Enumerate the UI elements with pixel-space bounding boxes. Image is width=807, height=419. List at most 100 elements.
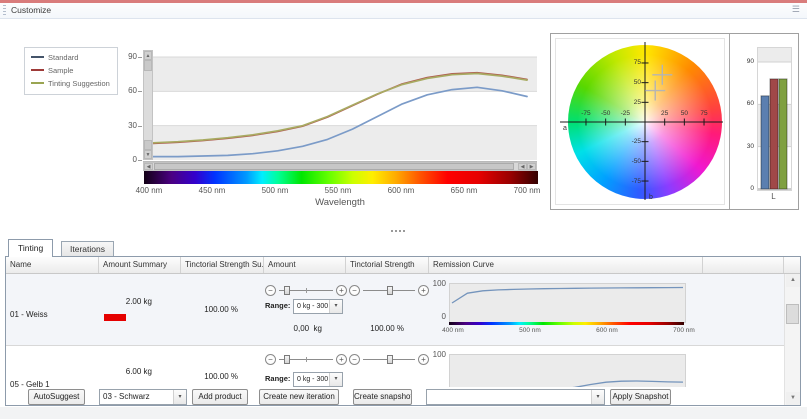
remission-x-tick-label: 700 nm — [666, 326, 702, 336]
l-axis-tick-label: 60 — [731, 99, 754, 109]
dropdown-arrow-icon[interactable]: ▾ — [329, 300, 342, 313]
range-dropdown[interactable]: 0 kg - 300 l ▾ — [293, 372, 343, 387]
amount-slider[interactable]: − + — [265, 284, 347, 297]
toolbar-grip-icon[interactable] — [3, 5, 6, 16]
scrollbar-thumb[interactable] — [786, 304, 799, 324]
snapshot-select[interactable]: ▾ — [426, 389, 605, 405]
panel-divider — [729, 34, 730, 209]
x-axis-scrollbar[interactable]: ◀ ◀ ▶ — [143, 162, 537, 171]
slider-thumb[interactable] — [387, 286, 393, 295]
tinctorial-strength-slider[interactable]: − + — [349, 284, 429, 297]
legend-swatch — [31, 82, 44, 84]
slider-track[interactable] — [363, 353, 415, 366]
splitter-handle[interactable] — [391, 230, 405, 232]
column-header-tinctorial-strength-summary[interactable]: Tinctorial Strength Su... — [181, 257, 264, 273]
slider-thumb[interactable] — [284, 355, 290, 364]
b-axis-tick-label: -25 — [615, 137, 641, 147]
slider-track[interactable] — [363, 284, 415, 297]
scroll-up-icon[interactable]: ▲ — [786, 274, 800, 287]
x-axis-tick-label: 700 nm — [505, 186, 549, 196]
tab-iterations[interactable]: Iterations — [61, 241, 114, 257]
range-label: Range: — [265, 374, 290, 383]
tab-tinting[interactable]: Tinting — [8, 239, 53, 257]
column-header-amount[interactable]: Amount — [264, 257, 346, 273]
column-header-empty[interactable] — [703, 257, 784, 273]
slider-center-tick — [306, 357, 307, 362]
scroll-down-icon[interactable]: ▼ — [144, 150, 152, 159]
x-axis-tick-label: 550 nm — [316, 186, 360, 196]
column-header-name[interactable]: Name — [6, 257, 99, 273]
application-window: Customize ☰ Standard Sample Tinting Sugg… — [0, 0, 807, 419]
x-axis-tick-label: 450 nm — [190, 186, 234, 196]
y-axis-scrollbar[interactable]: ▲ ▼ — [143, 50, 153, 160]
x-axis-tick-label: 600 nm — [379, 186, 423, 196]
table-row[interactable]: 01 - Weiss 2.00 kg 100.00 % − + Range: 0… — [6, 274, 784, 346]
decrease-icon[interactable]: − — [349, 285, 360, 296]
apply-snapshot-button[interactable]: Apply Snapshot — [610, 389, 671, 405]
spectral-chart-plot — [143, 50, 537, 162]
tick-mark — [138, 91, 142, 92]
remission-x-tick-label: 600 nm — [589, 326, 625, 336]
increase-icon[interactable]: + — [336, 285, 347, 296]
tinting-table: Name Amount Summary Tinctorial Strength … — [5, 256, 801, 406]
dropdown-arrow-icon[interactable]: ▾ — [591, 390, 604, 404]
dropdown-arrow-icon[interactable]: ▾ — [173, 390, 186, 404]
decrease-icon[interactable]: − — [265, 285, 276, 296]
legend-swatch — [31, 69, 44, 71]
amount-bar — [104, 314, 126, 321]
remission-x-tick-label: 500 nm — [512, 326, 548, 336]
add-product-button[interactable]: Add product — [192, 389, 248, 405]
b-axis-tick-label: -75 — [615, 177, 641, 187]
lightness-bar-chart — [757, 47, 792, 191]
scroll-right-icon[interactable]: ▶ — [527, 163, 536, 170]
table-header: Name Amount Summary Tinctorial Strength … — [6, 257, 800, 274]
remission-x-tick-label: 400 nm — [435, 326, 471, 336]
decrease-icon[interactable]: − — [349, 354, 360, 365]
legend-swatch — [31, 56, 44, 58]
tinctorial-strength-value: 100.00 % — [344, 324, 404, 333]
l-axis-tick-label: 30 — [731, 142, 754, 152]
a-axis-tick-label: -25 — [613, 109, 637, 119]
x-axis-title: Wavelength — [143, 197, 537, 208]
toolbar-title: Customize — [11, 5, 51, 15]
column-header-remission-curve[interactable]: Remission Curve — [429, 257, 703, 273]
create-new-iteration-button[interactable]: Create new iteration — [259, 389, 339, 405]
scrollbar-thumb[interactable] — [144, 60, 152, 71]
remission-spectrum-bar — [449, 322, 684, 325]
b-axis-tick-label: 75 — [615, 58, 641, 68]
tinting-action-toolbar: AutoSuggest 03 - Schwarz ▾ Add product C… — [6, 387, 784, 406]
scroll-left-icon[interactable]: ◀ — [518, 163, 527, 170]
product-select[interactable]: 03 - Schwarz ▾ — [99, 389, 187, 405]
slider-track[interactable] — [279, 353, 333, 366]
toolbar-options-icon[interactable]: ☰ — [792, 4, 800, 15]
l-axis-label: L — [757, 192, 790, 201]
scroll-up-icon[interactable]: ▲ — [144, 51, 152, 60]
table-scrollbar[interactable]: ▲ ▼ — [784, 274, 800, 405]
amount-slider[interactable]: − + — [265, 353, 347, 366]
l-axis-tick-label: 90 — [731, 57, 754, 67]
amount-summary: 2.00 kg — [99, 297, 152, 306]
autosuggest-button[interactable]: AutoSuggest — [28, 389, 85, 405]
scroll-left-icon[interactable]: ◀ — [144, 163, 153, 170]
scrollbar-thumb[interactable] — [154, 163, 514, 170]
tinctorial-strength-slider[interactable]: − + — [349, 353, 429, 366]
slider-track[interactable] — [279, 284, 333, 297]
scrollbar-thumb[interactable] — [144, 140, 152, 150]
range-dropdown[interactable]: 0 kg - 300 l ▾ — [293, 299, 343, 314]
scroll-down-icon[interactable]: ▼ — [786, 392, 800, 405]
slider-thumb[interactable] — [387, 355, 393, 364]
dropdown-arrow-icon[interactable]: ▾ — [329, 373, 342, 386]
column-header-amount-summary[interactable]: Amount Summary — [99, 257, 181, 273]
range-label: Range: — [265, 301, 290, 310]
b-axis-tick-label: -50 — [615, 157, 641, 167]
remission-y-min: 0 — [424, 312, 446, 322]
wavelength-spectrum-bar — [144, 171, 538, 184]
product-name: 01 - Weiss — [10, 310, 48, 319]
increase-icon[interactable]: + — [336, 354, 347, 365]
slider-thumb[interactable] — [284, 286, 290, 295]
x-axis-tick-label: 650 nm — [442, 186, 486, 196]
remission-curve-chart — [449, 283, 686, 323]
column-header-tinctorial-strength[interactable]: Tinctorial Strength — [346, 257, 429, 273]
create-snapshot-button[interactable]: Create snapshot — [353, 389, 412, 405]
decrease-icon[interactable]: − — [265, 354, 276, 365]
